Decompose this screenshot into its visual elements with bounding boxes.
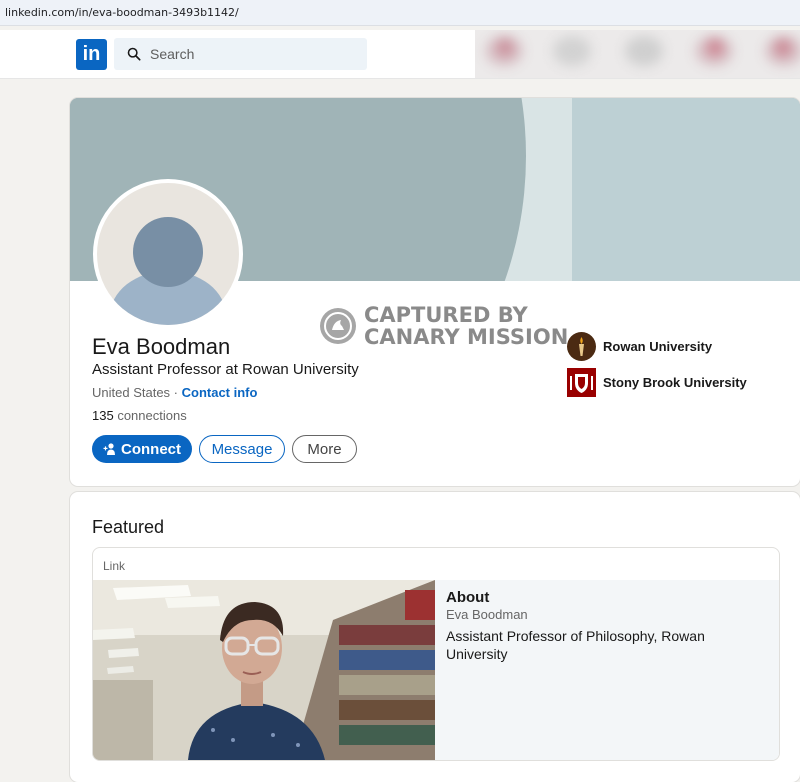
location-separator: · <box>170 385 182 400</box>
education-item-stony-brook[interactable]: Stony Brook University <box>567 368 747 397</box>
blurred-nav-icons <box>475 30 800 78</box>
contact-info-link[interactable]: Contact info <box>182 385 258 400</box>
watermark-line-1: CAPTURED BY <box>364 303 528 327</box>
featured-link-subtitle: Eva Boodman <box>446 607 528 622</box>
stony-brook-shield-icon <box>567 368 596 397</box>
canary-mission-watermark: CAPTURED BY CANARY MISSION <box>320 304 568 348</box>
education-name-stony-brook: Stony Brook University <box>603 375 747 390</box>
profile-headline: Assistant Professor at Rowan University <box>92 361 359 378</box>
featured-item-type: Link <box>103 559 126 573</box>
rowan-torch-icon <box>567 332 596 361</box>
featured-title: Featured <box>92 517 165 537</box>
add-person-icon <box>103 443 115 455</box>
connections-count[interactable]: 135 connections <box>92 408 187 423</box>
connections-number: 135 <box>92 408 114 423</box>
linkedin-logo[interactable]: in <box>76 39 107 70</box>
featured-link-description: Assistant Professor of Philosophy, Rowan… <box>446 628 705 662</box>
featured-section: Featured Link About Eva Boodman Assistan… <box>70 492 800 782</box>
more-button[interactable]: More <box>292 435 357 463</box>
search-icon <box>127 47 141 61</box>
featured-link-details: About Eva Boodman Assistant Professor of… <box>435 580 779 760</box>
canary-logo-icon <box>320 308 356 344</box>
connect-button[interactable]: Connect <box>92 435 192 463</box>
education-item-rowan[interactable]: Rowan University <box>567 332 712 361</box>
top-navigation: in <box>0 30 800 79</box>
profile-avatar[interactable] <box>93 179 243 329</box>
location-text: United States <box>92 385 171 400</box>
search-box[interactable] <box>114 38 367 70</box>
profile-location-line: United States · Contact info <box>92 385 257 400</box>
featured-link-title: About <box>446 589 490 606</box>
connect-button-label: Connect <box>121 440 181 458</box>
search-input[interactable] <box>150 46 350 62</box>
connections-label: connections <box>113 408 187 423</box>
url-text: linkedin.com/in/eva-boodman-3493b1142/ <box>5 6 239 19</box>
browser-address-bar[interactable]: linkedin.com/in/eva-boodman-3493b1142/ <box>0 0 800 26</box>
watermark-line-2: CANARY MISSION <box>364 325 569 349</box>
featured-thumbnail <box>93 580 435 760</box>
profile-name: Eva Boodman <box>92 334 231 359</box>
education-name-rowan: Rowan University <box>603 339 713 354</box>
profile-card: CAPTURED BY CANARY MISSION Eva Boodman A… <box>70 98 800 486</box>
message-button[interactable]: Message <box>199 435 285 463</box>
featured-link-card[interactable]: Link About Eva Boodman Assistant Profess… <box>92 547 780 761</box>
